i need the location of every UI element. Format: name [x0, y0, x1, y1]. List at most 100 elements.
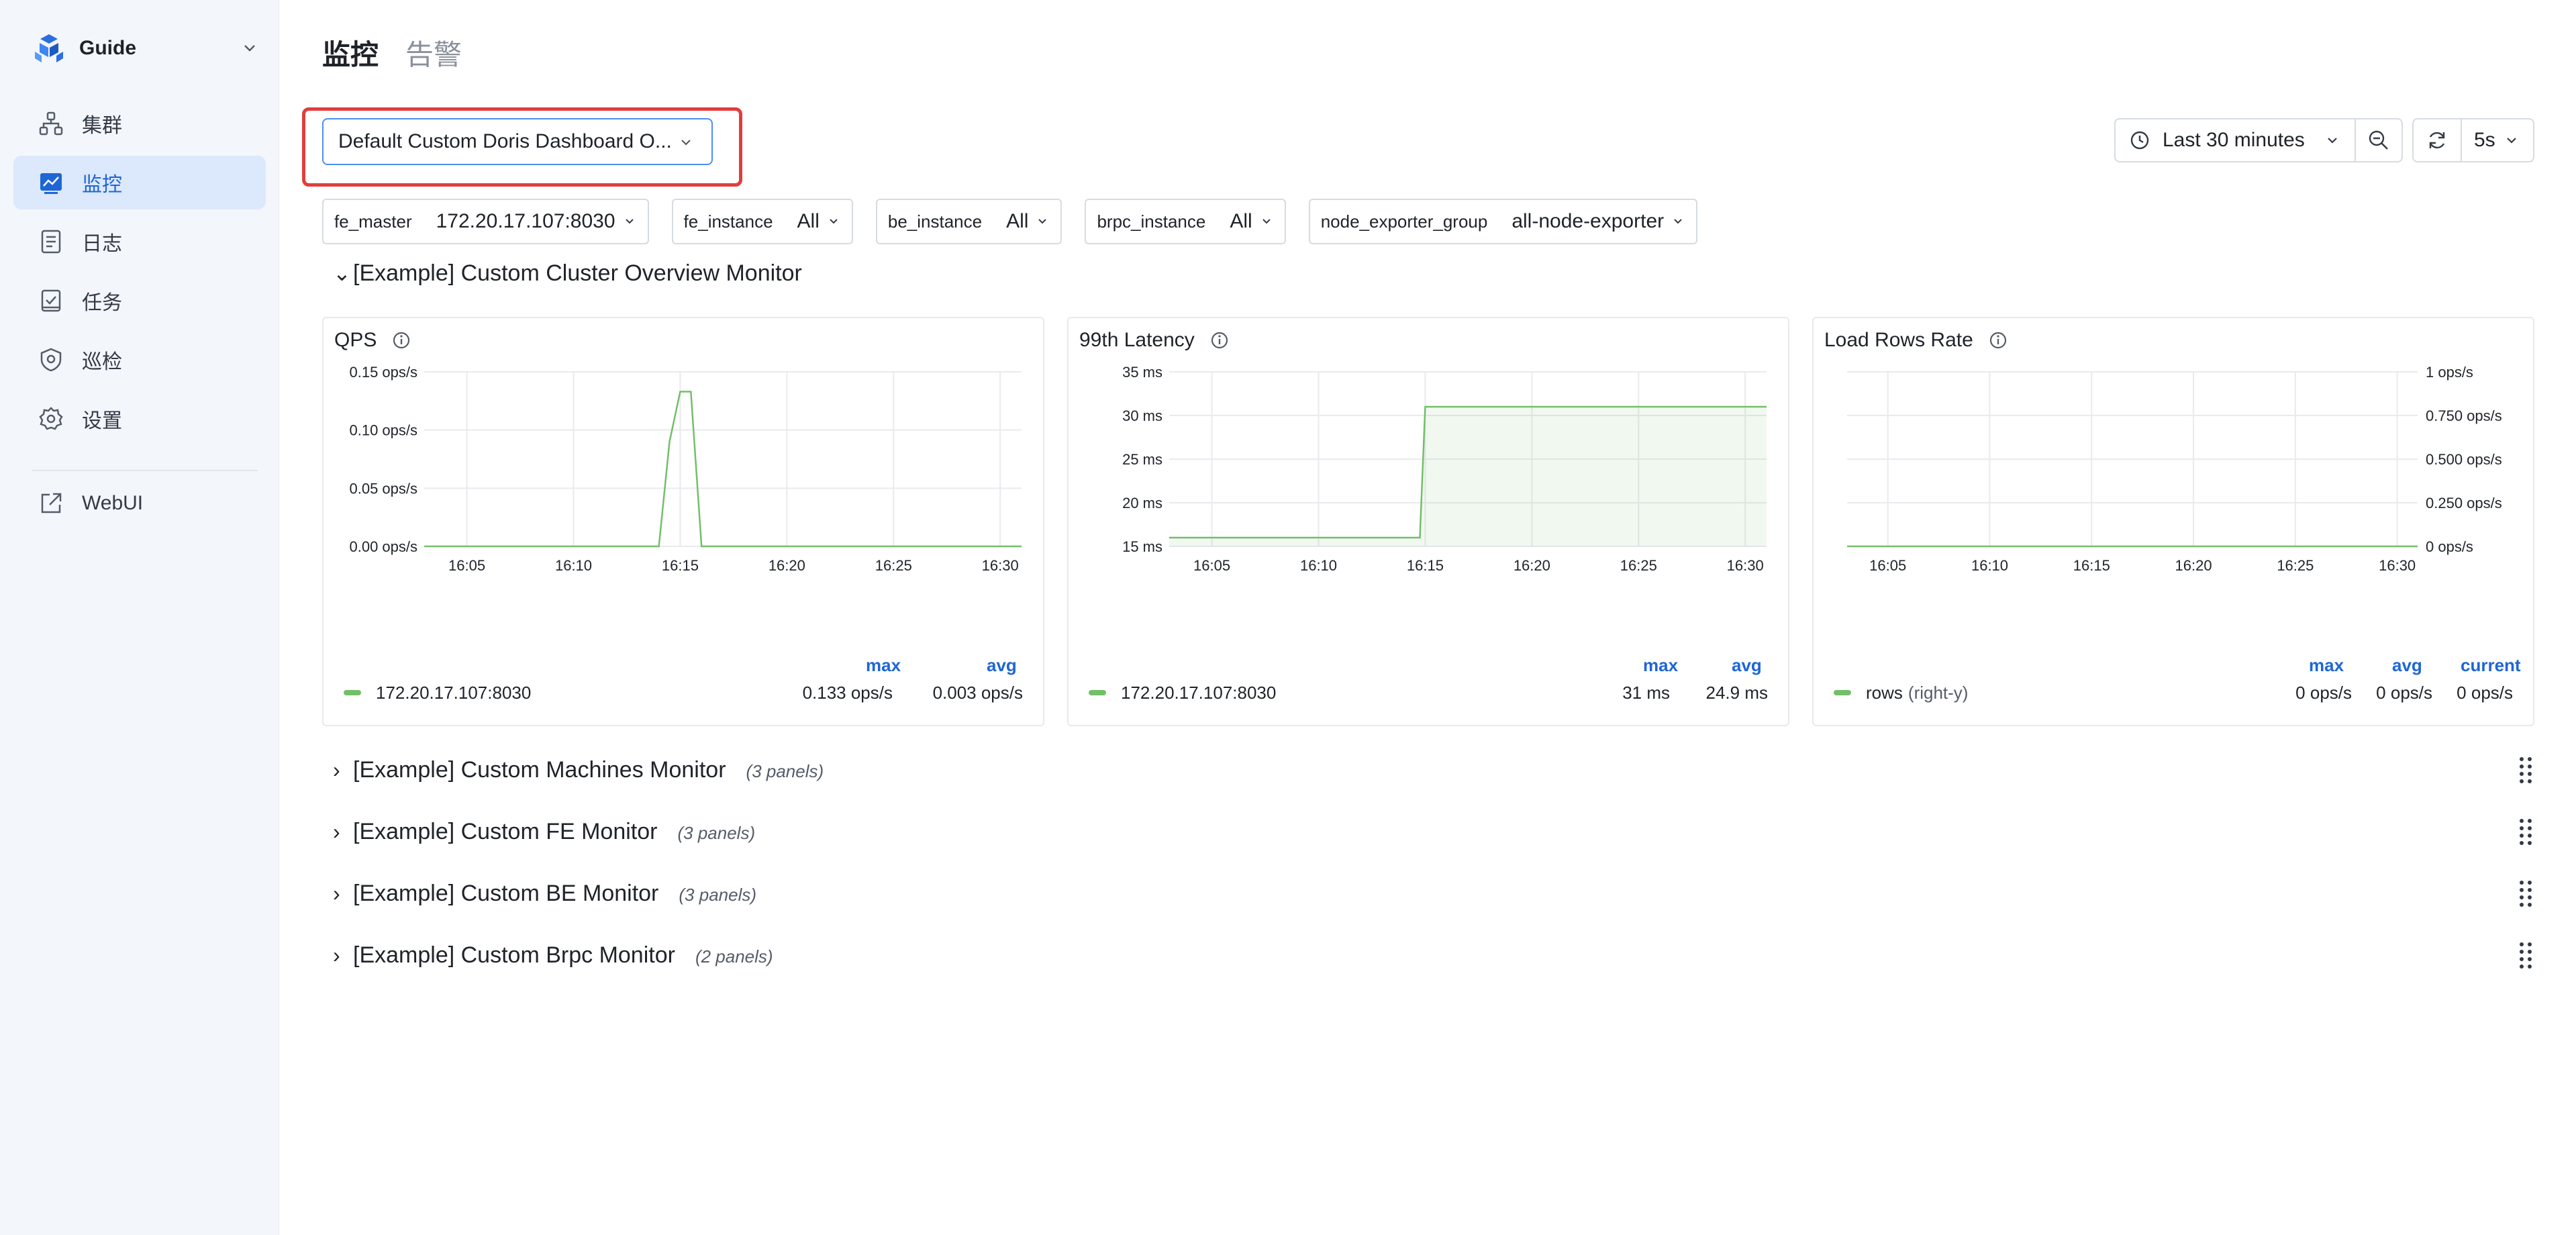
row-cluster-overview[interactable]: ⌄ [Example] Custom Cluster Overview Moni…: [333, 260, 802, 287]
x-tick-label: 16:25: [1620, 557, 1657, 574]
row-panel-count: (3 panels): [677, 823, 756, 843]
qps-chart: 0.00 ops/s 0.05 ops/s 0.10 ops/s 0.15 ops/s…: [349, 364, 1022, 574]
sidebar-item-label: 任务: [82, 292, 122, 314]
row-brpc-monitor[interactable]: › [Example] Custom Brpc Monitor (2 panel…: [333, 942, 773, 969]
panel-header: Load Rows Rate: [1824, 329, 2008, 352]
y-tick-label: 0.05 ops/s: [349, 480, 417, 497]
external-link-icon: [41, 493, 62, 513]
variable-node-exporter-group[interactable]: node_exporter_group all-node-exporter: [1308, 199, 1698, 244]
chevron-down-icon[interactable]: [239, 38, 260, 59]
panel-load-rows-rate[interactable]: Load Rows Rate 0 ops/s 0.250 ops/s 0.500 o…: [1812, 317, 2534, 726]
sidebar-item-monitor[interactable]: 监控: [13, 156, 266, 209]
row-panel-count: (2 panels): [695, 946, 773, 967]
chevron-down-icon: [1262, 219, 1271, 224]
sidebar-item-cluster[interactable]: 集群: [13, 97, 266, 150]
x-tick-label: 16:30: [1727, 557, 1764, 574]
variable-key: fe_instance: [683, 211, 773, 232]
legend-header-max[interactable]: max: [1643, 655, 1678, 676]
sidebar-item-log[interactable]: 日志: [13, 215, 266, 268]
info-icon[interactable]: [1988, 330, 2008, 350]
x-tick-label: 16:15: [1407, 557, 1444, 574]
refresh-button[interactable]: [2412, 118, 2462, 162]
legend-item[interactable]: rows (right-y) 0 ops/s 0 ops/s 0 ops/s: [1834, 679, 2520, 706]
chevron-down-icon: ⌄: [333, 261, 351, 285]
legend-series-name: rows: [1866, 682, 1903, 703]
legend-header-current[interactable]: current: [2461, 655, 2521, 676]
drag-handle-icon[interactable]: [2518, 818, 2533, 847]
info-icon[interactable]: [391, 330, 411, 350]
cluster-icon: [39, 111, 63, 136]
x-tick-label: 16:10: [555, 557, 592, 574]
y-tick-label: 20 ms: [1122, 495, 1162, 511]
legend-header-avg[interactable]: avg: [987, 655, 1017, 676]
log-document-icon: [41, 230, 61, 254]
legend-value-max: 0 ops/s: [2295, 682, 2352, 703]
chevron-right-icon: ›: [333, 758, 340, 782]
panel-99th-latency[interactable]: 99th Latency 15 ms 20 ms 25 ms 30 ms 35 ms 16…: [1067, 317, 1789, 726]
drag-handle-icon[interactable]: [2518, 756, 2533, 785]
refresh-interval-select[interactable]: 5s: [2462, 118, 2534, 162]
legend-value-max: 31 ms: [1622, 682, 1670, 703]
variable-value: All: [1230, 210, 1252, 232]
time-range-label: Last 30 minutes: [2163, 129, 2305, 151]
row-machines-monitor[interactable]: › [Example] Custom Machines Monitor (3 p…: [333, 757, 824, 783]
x-tick-label: 16:15: [2073, 557, 2110, 574]
y-tick-label: 0.00 ops/s: [349, 538, 417, 555]
y-tick-label: 25 ms: [1122, 451, 1162, 468]
x-tick-label: 16:30: [2379, 557, 2416, 574]
x-tick-label: 16:05: [1869, 557, 1906, 574]
sidebar-item-settings[interactable]: 设置: [13, 392, 266, 446]
variable-fe-master[interactable]: fe_master 172.20.17.107:8030: [322, 199, 649, 244]
y-tick-label: 1 ops/s: [2426, 364, 2473, 381]
zoom-out-button[interactable]: [2356, 118, 2403, 162]
variable-be-instance[interactable]: be_instance All: [875, 199, 1062, 244]
chevron-down-icon: [830, 219, 838, 224]
legend-header-max[interactable]: max: [866, 655, 901, 676]
legend-swatch: [344, 690, 361, 695]
sidebar-item-webui[interactable]: WebUI: [13, 477, 266, 530]
legend-value-current: 0 ops/s: [2457, 682, 2513, 703]
drag-handle-icon[interactable]: [2518, 941, 2533, 971]
row-be-monitor[interactable]: › [Example] Custom BE Monitor (3 panels): [333, 881, 756, 907]
drag-handle-icon[interactable]: [2518, 879, 2533, 909]
legend-item[interactable]: 172.20.17.107:8030 0.133 ops/s 0.003 ops…: [344, 679, 1030, 706]
sidebar-item-inspection[interactable]: 巡检: [13, 333, 266, 387]
sidebar-divider: [32, 470, 258, 471]
variable-brpc-instance[interactable]: brpc_instance All: [1085, 199, 1286, 244]
doris-logo-icon: [35, 34, 63, 62]
latency-chart: 15 ms 20 ms 25 ms 30 ms 35 ms 16:05 16:10 16:15…: [1122, 364, 1767, 574]
variable-fe-instance[interactable]: fe_instance All: [671, 199, 853, 244]
chevron-down-icon: [2506, 138, 2516, 144]
x-tick-label: 16:25: [2277, 557, 2314, 574]
row-panel-count: (3 panels): [679, 885, 757, 905]
info-icon[interactable]: [1209, 330, 1230, 350]
tab-alert[interactable]: 告警: [405, 32, 462, 73]
time-range-picker[interactable]: Last 30 minutes: [2114, 118, 2356, 162]
workspace-switcher[interactable]: Guide: [32, 30, 260, 67]
workspace-name: Guide: [79, 37, 137, 59]
clock-icon: [2130, 131, 2149, 150]
legend-value-avg: 0 ops/s: [2376, 682, 2432, 703]
variable-key: fe_master: [334, 211, 412, 232]
tab-monitor[interactable]: 监控: [322, 32, 379, 73]
y-tick-label: 0.750 ops/s: [2426, 407, 2502, 424]
sidebar-item-label: WebUI: [82, 492, 144, 514]
dashboard-select[interactable]: Default Custom Doris Dashboard O...: [322, 118, 713, 165]
x-tick-label: 16:05: [448, 557, 485, 574]
row-fe-monitor[interactable]: › [Example] Custom FE Monitor (3 panels): [333, 819, 755, 845]
legend-value-avg: 0.003 ops/s: [932, 682, 1023, 703]
y-tick-label: 0.250 ops/s: [2426, 495, 2502, 511]
chevron-right-icon: ›: [333, 820, 340, 844]
chevron-down-icon: [1674, 219, 1682, 224]
panel-qps[interactable]: QPS 0.00 ops/s 0.05 ops/s 0.10 ops/s 0.15 o…: [322, 317, 1044, 726]
legend-header-max[interactable]: max: [2309, 655, 2344, 676]
time-controls: Last 30 minutes 5s: [2114, 118, 2534, 162]
chevron-down-icon: [2328, 138, 2337, 144]
legend-header-avg[interactable]: avg: [1732, 655, 1762, 676]
legend-header-avg[interactable]: avg: [2392, 655, 2422, 676]
y-tick-label: 0 ops/s: [2426, 538, 2473, 555]
sidebar-item-task[interactable]: 任务: [13, 274, 266, 328]
legend-item[interactable]: 172.20.17.107:8030 31 ms 24.9 ms: [1089, 679, 1775, 706]
chevron-right-icon: ›: [333, 943, 340, 967]
panel-header: 99th Latency: [1079, 329, 1230, 352]
